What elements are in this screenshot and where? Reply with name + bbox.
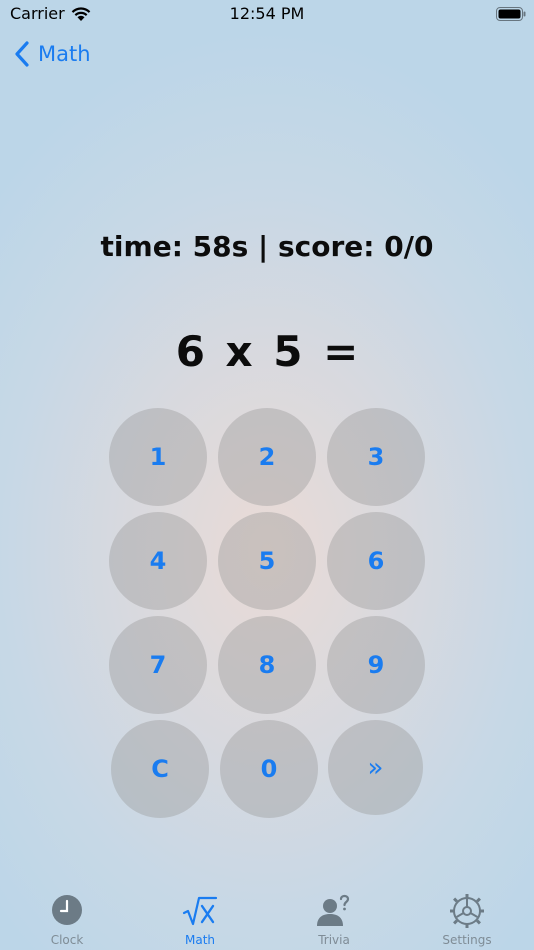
key-0[interactable]: 0 <box>220 720 318 818</box>
key-7[interactable]: 7 <box>109 616 207 714</box>
tab-bar: Clock Math Trivia Settings <box>0 883 534 950</box>
key-8[interactable]: 8 <box>218 616 316 714</box>
key-2[interactable]: 2 <box>218 408 316 506</box>
clear-key[interactable]: C <box>111 720 209 818</box>
tab-math[interactable]: Math <box>150 883 250 950</box>
number-keypad: 1 2 3 4 5 6 7 8 9 C 0 » <box>0 0 534 950</box>
key-5[interactable]: 5 <box>218 512 316 610</box>
tab-clock[interactable]: Clock <box>17 883 117 950</box>
tab-trivia[interactable]: Trivia <box>284 883 384 950</box>
key-3[interactable]: 3 <box>327 408 425 506</box>
tab-math-label: Math <box>184 933 216 947</box>
tab-clock-label: Clock <box>50 933 84 947</box>
tab-settings-label: Settings <box>442 933 492 947</box>
clock-icon <box>52 895 82 925</box>
key-6[interactable]: 6 <box>327 512 425 610</box>
key-1[interactable]: 1 <box>109 408 207 506</box>
key-9[interactable]: 9 <box>327 616 425 714</box>
square-root-icon <box>182 896 218 926</box>
tab-trivia-label: Trivia <box>318 933 350 947</box>
gear-icon <box>450 894 484 928</box>
key-4[interactable]: 4 <box>109 512 207 610</box>
tab-settings[interactable]: Settings <box>417 883 517 950</box>
person-question-icon <box>317 894 350 926</box>
submit-key[interactable]: » <box>328 720 423 815</box>
